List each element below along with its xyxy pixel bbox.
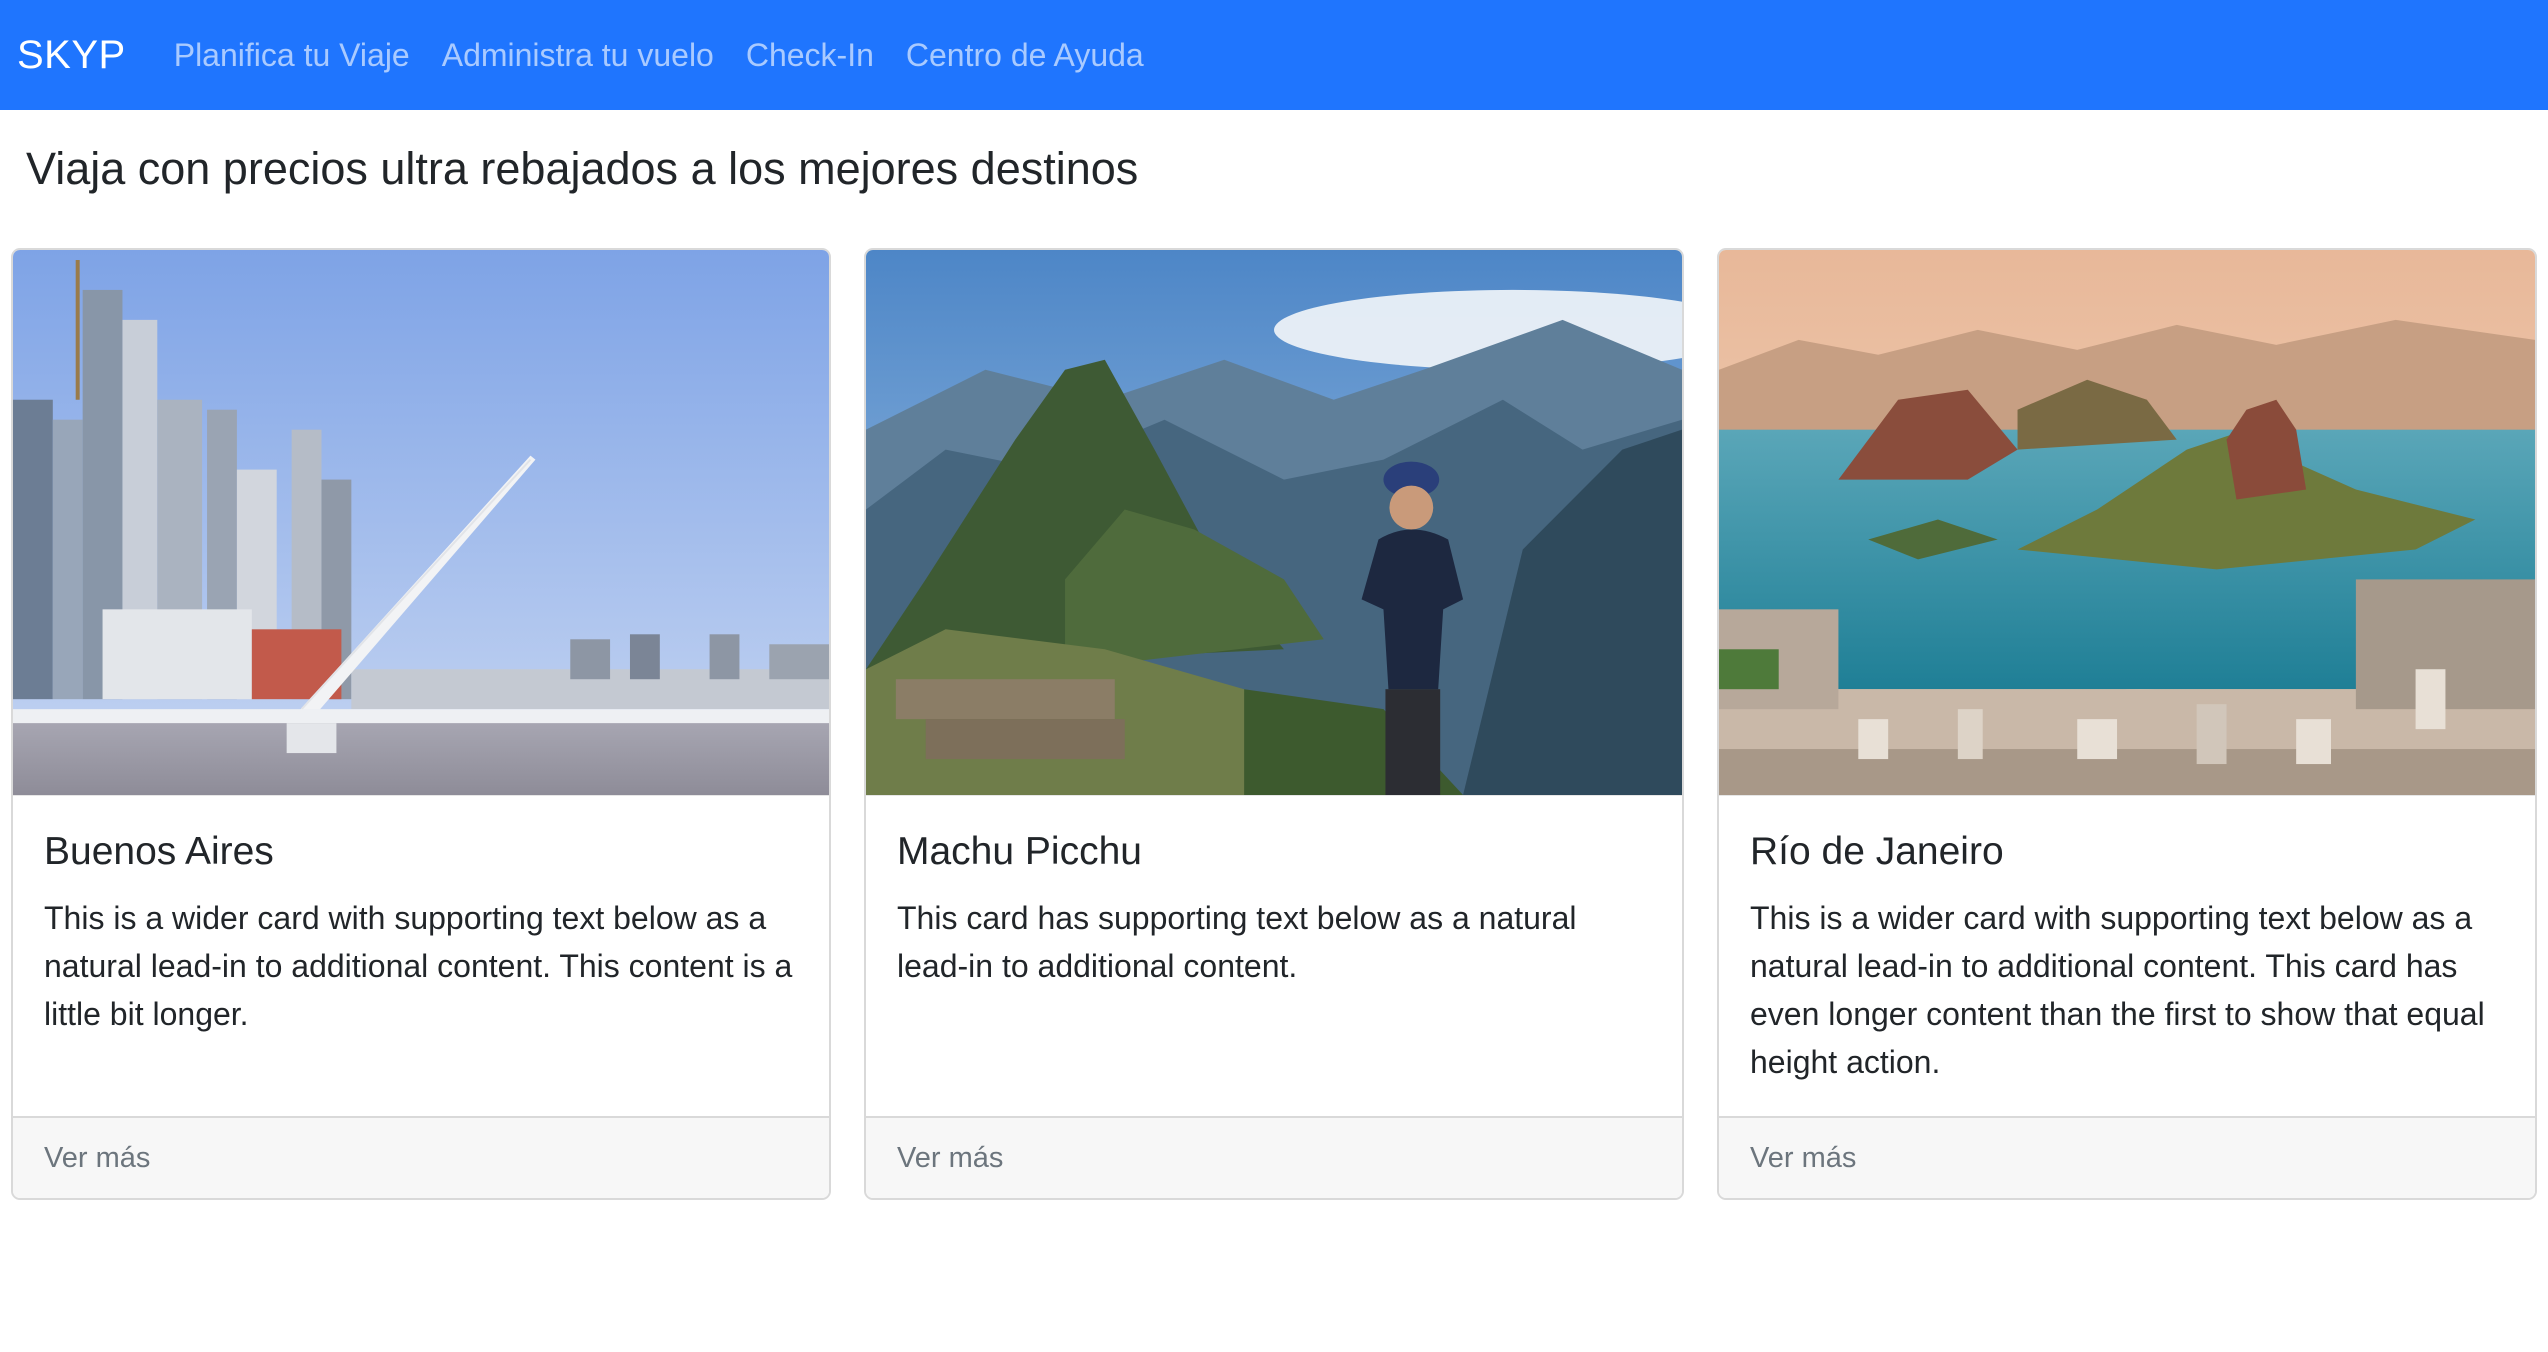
destination-cards: Buenos Aires This is a wider card with s… xyxy=(11,248,2537,1200)
nav-links: Planifica tu Viaje Administra tu vuelo C… xyxy=(174,37,1176,74)
nav-link-checkin[interactable]: Check-In xyxy=(746,37,874,74)
ver-mas-link[interactable]: Ver más xyxy=(1719,1116,2535,1198)
nav-link-ayuda[interactable]: Centro de Ayuda xyxy=(906,37,1144,74)
card-title: Machu Picchu xyxy=(897,830,1142,873)
page-title: Viaja con precios ultra rebajados a los … xyxy=(26,143,1139,194)
card-title: Río de Janeiro xyxy=(1750,830,2004,873)
card-body: Buenos Aires This is a wider card with s… xyxy=(13,796,829,1116)
ver-mas-link[interactable]: Ver más xyxy=(866,1116,1682,1198)
card-text: This is a wider card with supporting tex… xyxy=(44,900,793,1032)
card-text: This is a wider card with supporting tex… xyxy=(1750,900,2485,1080)
nav-link-planifica[interactable]: Planifica tu Viaje xyxy=(174,37,410,74)
machu-picchu-photo xyxy=(866,250,1682,796)
rio-de-janeiro-photo xyxy=(1719,250,2535,796)
card-body: Machu Picchu This card has supporting te… xyxy=(866,796,1682,1116)
card-buenos-aires: Buenos Aires This is a wider card with s… xyxy=(11,248,831,1200)
top-navbar: SKYP Planifica tu Viaje Administra tu vu… xyxy=(0,0,2548,110)
card-machu-picchu: Machu Picchu This card has supporting te… xyxy=(864,248,1684,1200)
ver-mas-link[interactable]: Ver más xyxy=(13,1116,829,1198)
card-text: This card has supporting text below as a… xyxy=(897,900,1577,984)
buenos-aires-photo xyxy=(13,250,829,796)
brand-logo[interactable]: SKYP xyxy=(17,33,126,78)
card-body: Río de Janeiro This is a wider card with… xyxy=(1719,796,2535,1116)
card-rio-de-janeiro: Río de Janeiro This is a wider card with… xyxy=(1717,248,2537,1200)
nav-link-administra[interactable]: Administra tu vuelo xyxy=(442,37,714,74)
card-title: Buenos Aires xyxy=(44,830,274,873)
